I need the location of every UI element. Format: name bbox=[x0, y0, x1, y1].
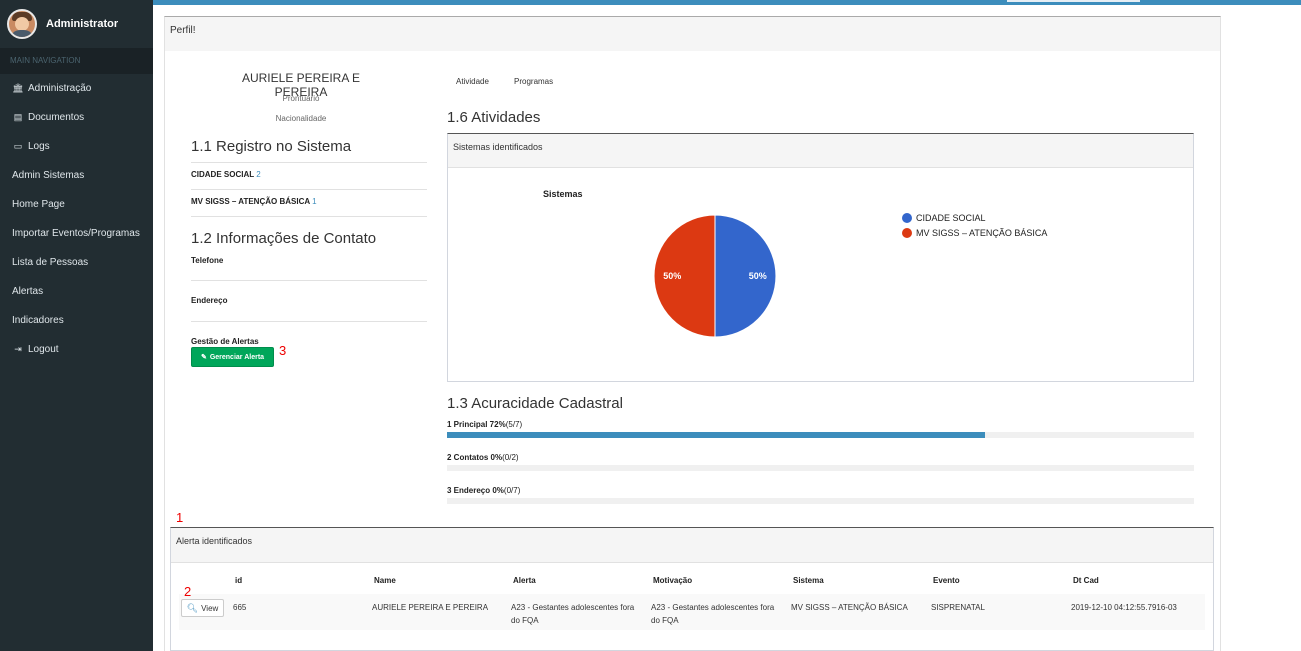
sistemas-box-title: Sistemas identificados bbox=[448, 134, 1193, 168]
sidebar-item-importar-eventos[interactable]: Importar Eventos/Programas bbox=[0, 219, 153, 248]
column-header-alerta[interactable]: Alerta bbox=[513, 576, 536, 585]
sidebar-item-label: Lista de Pessoas bbox=[12, 257, 89, 268]
column-header-dtcad[interactable]: Dt Cad bbox=[1073, 576, 1099, 585]
avatar bbox=[7, 9, 37, 39]
pie-slice-0[interactable] bbox=[714, 214, 777, 338]
cell-motivacao: A23 - Gestantes adolescentes fora do FQA bbox=[651, 603, 775, 625]
top-search-field[interactable] bbox=[1007, 0, 1140, 2]
sidebar-item-label: Logout bbox=[28, 344, 59, 355]
desktop-icon: ▭ bbox=[13, 141, 23, 151]
divider bbox=[191, 280, 427, 281]
legend-item: MV SIGSS – ATENÇÃO BÁSICA bbox=[902, 228, 1047, 238]
sistemas-box: Sistemas identificados Sistemas 50% 50% C… bbox=[447, 133, 1194, 382]
prontuario-label: Prontuário bbox=[282, 94, 320, 103]
column-header-motivacao[interactable]: Motivação bbox=[653, 576, 692, 585]
bar-label: 3 Endereço 0%(0/7) bbox=[447, 486, 521, 495]
column-header-name[interactable]: Name bbox=[374, 576, 396, 585]
sidebar-item-home-page[interactable]: Home Page bbox=[0, 190, 153, 219]
cell-id: 665 bbox=[233, 603, 247, 612]
column-header-id[interactable]: id bbox=[235, 576, 242, 585]
sidebar-item-label: Documentos bbox=[28, 112, 85, 123]
sidebar-item-label: Admin Sistemas bbox=[12, 170, 85, 181]
divider bbox=[191, 162, 427, 163]
progress-bar bbox=[447, 465, 1194, 471]
user-panel: Administrator bbox=[0, 0, 153, 48]
gerenciar-alerta-button[interactable]: ✎ Gerenciar Alerta bbox=[191, 347, 274, 367]
document-icon: ▤ bbox=[13, 112, 23, 122]
cell-sistema: MV SIGSS – ATENÇÃO BÁSICA bbox=[791, 603, 908, 612]
legend-item: CIDADE SOCIAL bbox=[902, 213, 986, 223]
column-header-sistema[interactable]: Sistema bbox=[793, 576, 824, 585]
cell-evento: SISPRENATAL bbox=[931, 603, 985, 612]
tab-programas[interactable]: Programas bbox=[514, 77, 553, 86]
sidebar-item-logs[interactable]: ▭ Logs bbox=[0, 132, 153, 161]
sidebar: Administrator MAIN NAVIGATION 🏛 Administr… bbox=[0, 0, 153, 651]
sidebar-item-alertas[interactable]: Alertas bbox=[0, 277, 153, 306]
progress-bar bbox=[447, 498, 1194, 504]
cell-name: AURIELE PEREIRA E PEREIRA bbox=[372, 603, 489, 612]
content-area: Perfil! AURIELE PEREIRA E PEREIRA Prontu… bbox=[153, 5, 1301, 651]
registro-item: MV SIGSS – ATENÇÃO BÁSICA 1 bbox=[191, 197, 317, 206]
column-header-evento[interactable]: Evento bbox=[933, 576, 960, 585]
perfil-header: Perfil! bbox=[164, 16, 1221, 51]
sidebar-item-label: Importar Eventos/Programas bbox=[12, 228, 140, 239]
sidebar-item-label: Administração bbox=[28, 83, 92, 94]
tab-atividade[interactable]: Atividade bbox=[456, 77, 489, 86]
bar-label: 2 Contatos 0%(0/2) bbox=[447, 453, 519, 462]
sidebar-item-label: Logs bbox=[28, 141, 50, 152]
sidebar-item-label: Home Page bbox=[12, 199, 65, 210]
pie-chart: 50% 50% bbox=[653, 214, 777, 338]
nacionalidade-label: Nacionalidade bbox=[275, 114, 327, 123]
divider bbox=[191, 321, 427, 322]
view-button[interactable]: 🔍︎ View bbox=[181, 599, 224, 617]
sidebar-item-documentos[interactable]: ▤ Documentos bbox=[0, 103, 153, 132]
progress-fill bbox=[447, 432, 985, 438]
legend-swatch bbox=[902, 213, 912, 223]
user-name: Administrator bbox=[46, 18, 119, 30]
registro-heading: 1.1 Registro no Sistema bbox=[191, 138, 352, 155]
registro-count: 1 bbox=[312, 197, 317, 206]
contato-heading: 1.2 Informações de Contato bbox=[191, 230, 377, 247]
pie-label-1: 50% bbox=[663, 271, 681, 281]
pie-label-0: 50% bbox=[749, 271, 767, 281]
cell-dtcad: 2019-12-10 04:12:55.7916-03 bbox=[1071, 603, 1177, 612]
registro-item: CIDADE SOCIAL 2 bbox=[191, 170, 261, 179]
search-icon: 🔍︎ bbox=[186, 602, 199, 613]
alertas-box: Alerta identificados bbox=[170, 527, 1214, 651]
legend-swatch bbox=[902, 228, 912, 238]
progress-bar bbox=[447, 432, 1194, 438]
divider bbox=[191, 216, 427, 217]
bar-label: 1 Principal 72%(5/7) bbox=[447, 420, 523, 429]
sidebar-item-label: Indicadores bbox=[12, 315, 64, 326]
sidebar-item-logout[interactable]: ⇥ Logout bbox=[0, 335, 153, 364]
gestao-alertas-label: Gestão de Alertas bbox=[191, 337, 259, 346]
sidebar-item-label: Alertas bbox=[12, 286, 44, 297]
logout-icon: ⇥ bbox=[14, 344, 22, 354]
sidebar-item-administracao[interactable]: 🏛 Administração bbox=[0, 74, 153, 103]
page-title: Perfil! bbox=[170, 25, 196, 36]
sidebar-item-indicadores[interactable]: Indicadores bbox=[0, 306, 153, 335]
nav-header: MAIN NAVIGATION bbox=[0, 48, 153, 74]
annotation-2: 2 bbox=[184, 584, 192, 599]
atividades-heading: 1.6 Atividades bbox=[447, 109, 541, 126]
annotation-1: 1 bbox=[176, 510, 184, 525]
sidebar-item-admin-sistemas[interactable]: Admin Sistemas bbox=[0, 161, 153, 190]
acuracidade-heading: 1.3 Acuracidade Cadastral bbox=[447, 395, 623, 412]
registro-count: 2 bbox=[256, 170, 261, 179]
alertas-box-title: Alerta identificados bbox=[171, 528, 1213, 563]
annotation-3: 3 bbox=[279, 343, 287, 358]
edit-icon: ✎ bbox=[200, 354, 207, 361]
cell-alerta: A23 - Gestantes adolescentes fora do FQA bbox=[511, 603, 635, 625]
bank-icon: 🏛 bbox=[12, 83, 24, 93]
divider bbox=[191, 189, 427, 190]
endereco-label: Endereço bbox=[191, 296, 228, 305]
sidebar-item-lista-pessoas[interactable]: Lista de Pessoas bbox=[0, 248, 153, 277]
telefone-label: Telefone bbox=[191, 256, 224, 265]
